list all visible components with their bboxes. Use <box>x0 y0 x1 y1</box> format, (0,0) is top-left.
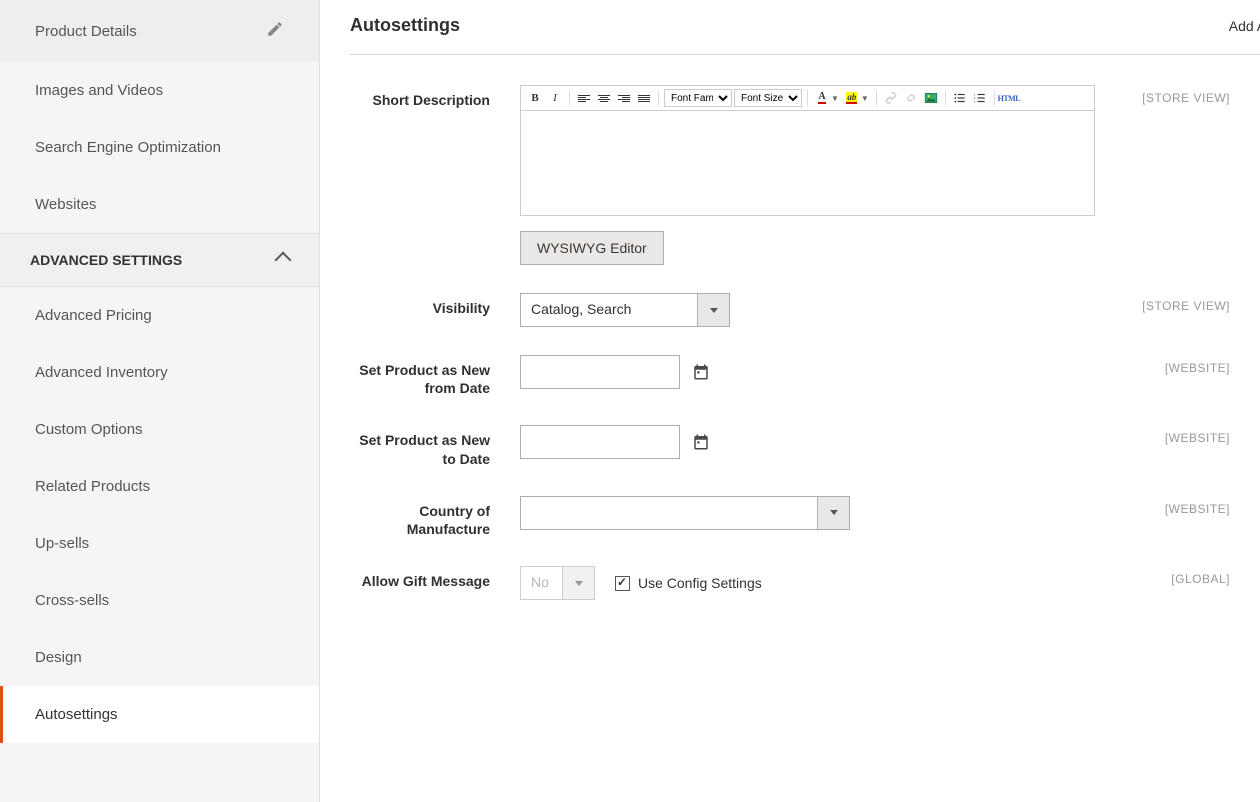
field-label: Country of Manufacture <box>350 496 520 538</box>
sidebar-item-websites[interactable]: Websites <box>0 176 319 233</box>
sidebar-item-advanced-inventory[interactable]: Advanced Inventory <box>0 344 319 401</box>
sidebar-item-label: Related Products <box>35 478 150 495</box>
use-config-checkbox[interactable]: Use Config Settings <box>615 575 762 591</box>
field-visibility: Visibility Catalog, Search [STORE VIEW] <box>350 293 1260 327</box>
sidebar-item-custom-options[interactable]: Custom Options <box>0 401 319 458</box>
toolbar-separator <box>876 90 877 106</box>
app-root: Product Details Images and Videos Search… <box>0 0 1260 802</box>
sidebar-item-product-details[interactable]: Product Details <box>0 0 319 62</box>
wysiwyg-textarea[interactable] <box>520 111 1095 216</box>
sidebar-item-label: Product Details <box>35 23 137 40</box>
toolbar-separator <box>945 90 946 106</box>
sidebar-item-label: Design <box>35 649 82 666</box>
highlight-dropdown[interactable]: ▼ <box>861 94 869 103</box>
sidebar-item-design[interactable]: Design <box>0 629 319 686</box>
insert-image-button[interactable] <box>922 89 940 107</box>
field-label: Allow Gift Message <box>350 566 520 590</box>
wysiwyg-toolbar: B I Font Family Font Size A ▼ ab <box>520 85 1095 111</box>
align-left-button[interactable] <box>575 89 593 107</box>
gift-message-select: No <box>520 566 595 600</box>
select-value: Catalog, Search <box>521 294 697 326</box>
calendar-icon[interactable] <box>690 431 712 453</box>
sidebar-item-images-videos[interactable]: Images and Videos <box>0 62 319 119</box>
toolbar-separator <box>658 90 659 106</box>
checkbox-icon <box>615 576 630 591</box>
field-short-description: Short Description B I Font Family Font S… <box>350 85 1260 265</box>
text-color-button[interactable]: A <box>813 89 831 107</box>
sidebar: Product Details Images and Videos Search… <box>0 0 320 802</box>
add-attribute-link[interactable]: Add At <box>1229 18 1260 34</box>
italic-button[interactable]: I <box>546 89 564 107</box>
ordered-list-button[interactable]: 123 <box>971 89 989 107</box>
bold-button[interactable]: B <box>526 89 544 107</box>
select-value <box>521 497 817 529</box>
scope-label: [WEBSITE] <box>1165 496 1260 516</box>
page-header: Autosettings Add At <box>350 15 1260 55</box>
sidebar-item-label: Search Engine Optimization <box>35 139 221 156</box>
sidebar-item-label: Advanced Pricing <box>35 307 152 324</box>
sidebar-item-label: Cross-sells <box>35 592 109 609</box>
field-country-of-manufacture: Country of Manufacture [WEBSITE] <box>350 496 1260 538</box>
sidebar-item-seo[interactable]: Search Engine Optimization <box>0 119 319 176</box>
page-title: Autosettings <box>350 15 460 36</box>
sidebar-item-related-products[interactable]: Related Products <box>0 458 319 515</box>
select-value: No <box>521 567 562 599</box>
field-allow-gift-message: Allow Gift Message No Use Config Setting… <box>350 566 1260 600</box>
chevron-up-icon <box>275 252 292 269</box>
scope-label: [WEBSITE] <box>1165 355 1260 375</box>
field-label: Set Product as New from Date <box>350 355 520 397</box>
align-center-button[interactable] <box>595 89 613 107</box>
toolbar-separator <box>994 90 995 106</box>
sidebar-section-advanced-settings[interactable]: ADVANCED SETTINGS <box>0 233 319 287</box>
country-select[interactable] <box>520 496 850 530</box>
sidebar-item-label: Up-sells <box>35 535 89 552</box>
text-color-dropdown[interactable]: ▼ <box>831 94 839 103</box>
calendar-icon[interactable] <box>690 361 712 383</box>
visibility-select[interactable]: Catalog, Search <box>520 293 730 327</box>
field-label: Short Description <box>350 85 520 109</box>
html-button[interactable]: HTML <box>1000 89 1018 107</box>
scope-label: [GLOBAL] <box>1171 566 1260 586</box>
checkbox-label: Use Config Settings <box>638 575 762 591</box>
sidebar-section-label: ADVANCED SETTINGS <box>30 252 182 268</box>
toolbar-separator <box>569 90 570 106</box>
chevron-down-icon <box>562 567 594 599</box>
highlight-button[interactable]: ab <box>843 89 861 107</box>
field-new-from-date: Set Product as New from Date [WEBSITE] <box>350 355 1260 397</box>
sidebar-item-label: Websites <box>35 196 96 213</box>
wysiwyg-editor-button[interactable]: WYSIWYG Editor <box>520 231 664 265</box>
sidebar-item-label: Images and Videos <box>35 82 163 99</box>
sidebar-item-autosettings[interactable]: Autosettings <box>0 686 319 743</box>
sidebar-item-label: Autosettings <box>35 706 118 723</box>
sidebar-item-up-sells[interactable]: Up-sells <box>0 515 319 572</box>
wysiwyg-editor: B I Font Family Font Size A ▼ ab <box>520 85 1095 216</box>
align-right-button[interactable] <box>615 89 633 107</box>
unordered-list-button[interactable] <box>951 89 969 107</box>
font-size-select[interactable]: Font Size <box>734 89 802 107</box>
field-label: Visibility <box>350 293 520 317</box>
align-justify-button[interactable] <box>635 89 653 107</box>
chevron-down-icon <box>697 294 729 326</box>
toolbar-separator <box>807 90 808 106</box>
scope-label: [STORE VIEW] <box>1142 85 1260 105</box>
svg-text:3: 3 <box>973 100 975 104</box>
main-content: Autosettings Add At Short Description B … <box>320 0 1260 802</box>
pencil-icon <box>266 20 284 42</box>
sidebar-item-label: Advanced Inventory <box>35 364 168 381</box>
field-label: Set Product as New to Date <box>350 425 520 467</box>
sidebar-item-label: Custom Options <box>35 421 143 438</box>
field-new-to-date: Set Product as New to Date [WEBSITE] <box>350 425 1260 467</box>
new-from-date-input[interactable] <box>520 355 680 389</box>
scope-label: [STORE VIEW] <box>1142 293 1260 313</box>
scope-label: [WEBSITE] <box>1165 425 1260 445</box>
font-family-select[interactable]: Font Family <box>664 89 732 107</box>
unlink-button[interactable] <box>902 89 920 107</box>
new-to-date-input[interactable] <box>520 425 680 459</box>
sidebar-item-cross-sells[interactable]: Cross-sells <box>0 572 319 629</box>
sidebar-item-advanced-pricing[interactable]: Advanced Pricing <box>0 287 319 344</box>
chevron-down-icon <box>817 497 849 529</box>
link-button[interactable] <box>882 89 900 107</box>
